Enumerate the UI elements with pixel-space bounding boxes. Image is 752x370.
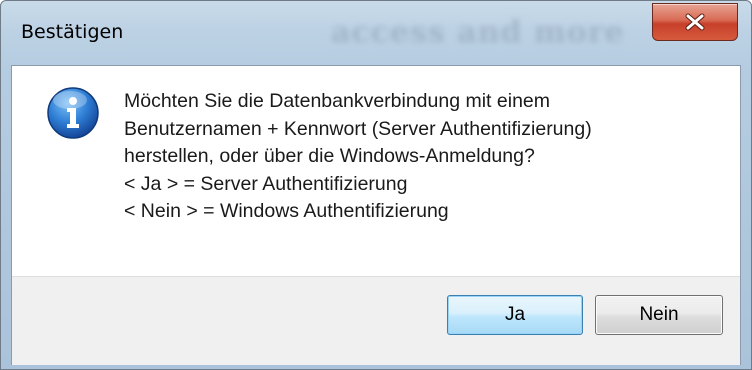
message-line: < Ja > = Server Authentifizierung	[124, 172, 408, 195]
button-bar: Ja Nein	[12, 276, 740, 365]
message-text: Möchten Sie die Datenbankverbindung mit …	[124, 88, 724, 226]
message-line: < Nein > = Windows Authentifizierung	[124, 200, 449, 222]
message-line: Möchten Sie die Datenbankverbindung mit …	[124, 90, 551, 112]
close-icon	[684, 13, 706, 31]
info-icon	[46, 86, 100, 140]
dialog-window: access and more Bestätigen Möchten Sie d…	[0, 0, 752, 370]
close-button[interactable]	[652, 3, 738, 41]
dialog-client-area: Möchten Sie die Datenbankverbindung mit …	[11, 65, 741, 365]
message-area: Möchten Sie die Datenbankverbindung mit …	[12, 66, 740, 276]
window-title: Bestätigen	[21, 21, 124, 43]
message-line: Benutzernamen + Kennwort (Server Authent…	[124, 117, 592, 140]
no-button[interactable]: Nein	[595, 295, 723, 335]
message-line: herstellen, oder über die Windows-Anmeld…	[124, 145, 535, 167]
yes-button[interactable]: Ja	[447, 295, 583, 335]
title-bar[interactable]: Bestätigen	[1, 1, 751, 65]
